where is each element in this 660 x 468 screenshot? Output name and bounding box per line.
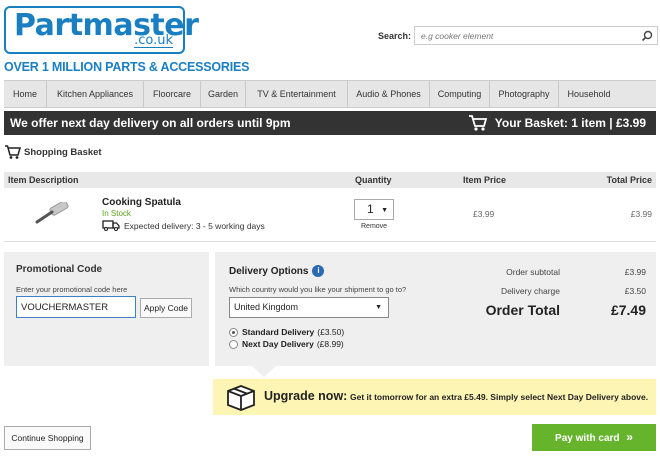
product-name-link[interactable]: Cooking Spatula [102, 197, 181, 208]
pay-with-card-label: Pay with card [555, 433, 620, 444]
shopping-cart-icon [5, 145, 21, 159]
table-row: Cooking Spatula In Stock Expected delive… [4, 188, 656, 242]
subtotal-label: Order subtotal [506, 267, 560, 277]
delivery-options-panel: Delivery Options i Which country would y… [215, 252, 656, 366]
promo-panel: Promotional Code Enter your promotional … [4, 252, 209, 366]
delivery-charge-value: £3.50 [624, 286, 646, 296]
radio-button[interactable] [229, 327, 238, 337]
apply-code-button[interactable]: Apply Code [140, 298, 192, 318]
next-day-delivery-label: Next Day Delivery [242, 339, 314, 349]
stock-status: In Stock [102, 209, 131, 218]
info-icon[interactable]: i [312, 265, 325, 277]
basket-heading: Shopping Basket [4, 144, 102, 160]
radio-button[interactable] [229, 339, 238, 349]
logo-domain: .co.uk [134, 33, 173, 48]
expected-delivery: Expected delivery: 3 - 5 working days [102, 220, 265, 231]
nav-item-tv-entertainment[interactable]: TV & Entertainment [246, 81, 348, 107]
quantity-select[interactable]: 1 ▼ [354, 199, 394, 220]
nav-item-household[interactable]: Household [559, 81, 619, 107]
main-nav: Home Kitchen Appliances Floorcare Garden… [4, 80, 656, 108]
country-value: United Kingdom [234, 302, 299, 312]
nav-item-kitchen-appliances[interactable]: Kitchen Appliances [47, 81, 144, 107]
nav-item-garden[interactable]: Garden [201, 81, 246, 107]
country-select[interactable]: United Kingdom ▼ [229, 297, 389, 318]
panel-pointer [252, 366, 276, 377]
upgrade-title: Upgrade now: [264, 389, 348, 403]
nav-item-floorcare[interactable]: Floorcare [144, 81, 201, 107]
tagline: OVER 1 MILLION PARTS & ACCESSORIES [4, 60, 250, 74]
basket-table-header: Item Description Quantity Item Price Tot… [4, 172, 656, 188]
col-item-price: Item Price [463, 175, 507, 185]
search-label: Search: [378, 31, 412, 41]
chevron-down-icon: ▼ [375, 304, 382, 311]
delivery-bar: We offer next day delivery on all orders… [4, 111, 656, 135]
delivery-charge-label: Delivery charge [500, 286, 560, 296]
remove-link[interactable]: Remove [361, 223, 387, 230]
promo-code-input[interactable] [16, 296, 136, 318]
expected-delivery-text: Expected delivery: 3 - 5 working days [124, 220, 265, 231]
standard-delivery-price: (£3.50) [317, 327, 345, 337]
upgrade-banner: Upgrade now: Get it tomorrow for an extr… [213, 379, 656, 415]
product-image[interactable] [34, 202, 72, 224]
col-item-description: Item Description [8, 175, 79, 185]
upgrade-text: Get it tomorrow for an extra £5.49. Simp… [350, 392, 649, 402]
search-input[interactable] [415, 27, 635, 44]
promo-title: Promotional Code [16, 264, 103, 275]
col-quantity: Quantity [355, 175, 392, 185]
order-total-value: £7.49 [610, 302, 646, 318]
total-price: £3.99 [630, 209, 652, 219]
next-day-delivery-option[interactable]: Next Day Delivery (£8.99) [229, 339, 344, 349]
order-total-label: Order Total [485, 302, 560, 318]
continue-shopping-button[interactable]: Continue Shopping [4, 426, 91, 450]
pay-with-card-button[interactable]: Pay with card » [532, 424, 656, 451]
parcel-box-icon [227, 385, 255, 411]
nav-item-photography[interactable]: Photography [490, 81, 559, 107]
next-day-delivery-price: (£8.99) [316, 339, 344, 349]
nav-item-audio-phones[interactable]: Audio & Phones [348, 81, 430, 107]
col-total-price: Total Price [606, 175, 652, 185]
standard-delivery-option[interactable]: Standard Delivery (£3.50) [229, 327, 344, 337]
country-question: Which country would you like your shipme… [229, 285, 407, 294]
basket-summary-link[interactable]: Your Basket: 1 item | £3.99 [495, 111, 646, 135]
search-box[interactable] [414, 26, 658, 45]
delivery-options-heading: Delivery Options i [229, 265, 325, 277]
delivery-options-title: Delivery Options [229, 265, 309, 277]
delivery-message: We offer next day delivery on all orders… [10, 116, 291, 130]
nav-item-computing[interactable]: Computing [430, 81, 490, 107]
promo-hint: Enter your promotional code here [16, 285, 128, 294]
subtotal-value: £3.99 [624, 267, 646, 277]
standard-delivery-label: Standard Delivery [242, 327, 315, 337]
chevron-down-icon: ▼ [381, 207, 388, 214]
item-price: £3.99 [473, 209, 495, 219]
quantity-value: 1 [367, 202, 374, 216]
cart-icon[interactable] [468, 114, 488, 132]
double-chevron-right-icon: » [626, 430, 633, 444]
basket-title: Shopping Basket [24, 146, 102, 158]
delivery-truck-icon [102, 220, 120, 231]
nav-item-home[interactable]: Home [4, 81, 47, 107]
search-icon[interactable] [641, 30, 653, 42]
site-logo[interactable]: Partmaster .co.uk [4, 6, 199, 54]
